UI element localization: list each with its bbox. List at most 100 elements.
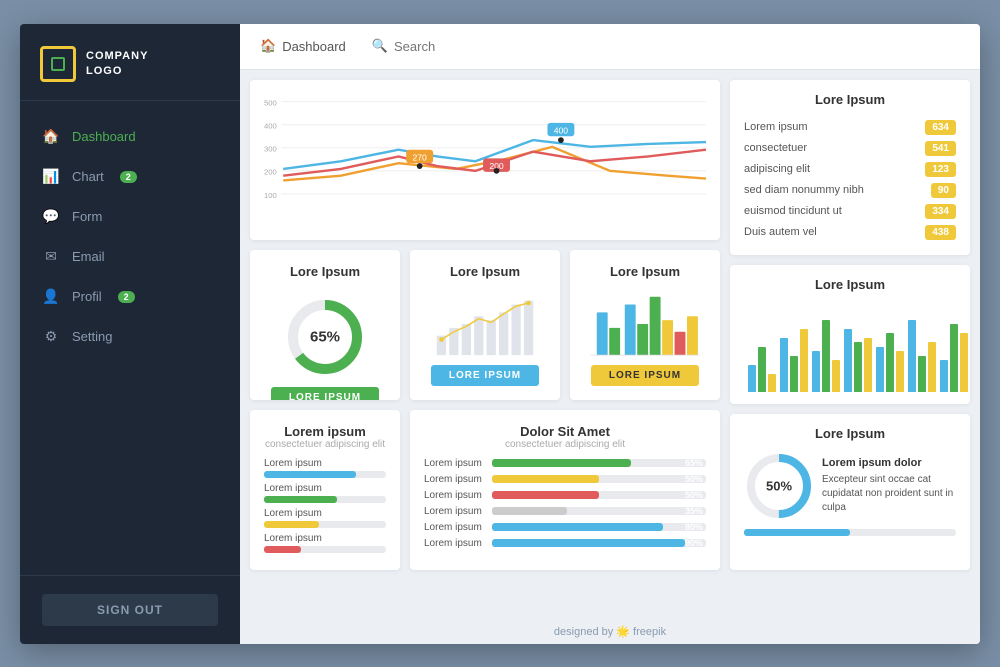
bar-col-6-2: [960, 333, 968, 392]
list-item-badge: 438: [925, 225, 956, 240]
progress2-track-1: 50%: [492, 475, 706, 483]
progress1-row-3: Lorem ipsum: [264, 533, 386, 553]
progress1-track-2: [264, 521, 386, 528]
right-panel: Lore Ipsum Lorem ipsum 634 consectetuer …: [730, 80, 970, 570]
progress1-title: Lorem ipsum: [264, 424, 386, 439]
progress2-header: Dolor Sit Amet consectetuer adipiscing e…: [424, 424, 706, 450]
progress2-label-5: Lorem ipsum: [424, 538, 486, 549]
bar-group-0: [748, 347, 776, 392]
list-item-label: euismod tincidunt ut: [744, 205, 842, 217]
progress2-row-2: Lorem ipsum 50%: [424, 490, 706, 501]
list-item-label: Duis autem vel: [744, 226, 817, 238]
progress1-row-0: Lorem ipsum: [264, 458, 386, 478]
bar-group-3: [844, 329, 872, 392]
list-item-label: sed diam nonummy nibh: [744, 184, 864, 196]
progress2-row-3: Lorem ipsum 35%: [424, 506, 706, 517]
progress2-row-5: Lorem ipsum 90%: [424, 538, 706, 549]
search-input[interactable]: [394, 39, 574, 54]
list-item-label: consectetuer: [744, 142, 807, 154]
bar-col-6-1: [950, 324, 958, 392]
breadcrumb: 🏠 Dashboard: [260, 38, 346, 54]
list-item-badge: 334: [925, 204, 956, 219]
nav-icon-form: 💬: [42, 208, 60, 226]
nav-label-dashboard: Dashboard: [72, 129, 136, 144]
progress1-track-1: [264, 496, 386, 503]
progress2-rows: Lorem ipsum 65% Lorem ipsum 50% Lorem ip…: [424, 458, 706, 549]
linebar-btn[interactable]: LORE IPSUM: [431, 365, 539, 386]
list-item-label: adipiscing elit: [744, 163, 810, 175]
progress2-track-4: 80%: [492, 523, 706, 531]
progress1-fill-2: [264, 521, 319, 528]
bar-group-2: [812, 320, 840, 392]
progress2-fill-3: [492, 507, 567, 515]
progress2-title: Dolor Sit Amet: [424, 424, 706, 439]
bar-col-4-1: [886, 333, 894, 392]
sidebar-item-form[interactable]: 💬 Form: [20, 197, 240, 237]
right-donut-row: 50% Lorem ipsum dolor Excepteur sint occ…: [744, 451, 956, 521]
list-item-row: Lorem ipsum 634: [744, 117, 956, 138]
logo-text: COMPANY LOGO: [86, 49, 148, 78]
progress1-track-0: [264, 471, 386, 478]
svg-text:400: 400: [554, 125, 569, 135]
right-donut-subtitle: Lorem ipsum dolor: [822, 456, 956, 471]
progress2-row-4: Lorem ipsum 80%: [424, 522, 706, 533]
watermark: designed by 🌟 freepik: [240, 619, 980, 644]
bar-col-6-0: [940, 360, 948, 392]
right-donut-pct: 50%: [766, 478, 792, 493]
signout-button[interactable]: SIGN OUT: [42, 594, 218, 626]
progress2-fill-4: [492, 523, 663, 531]
search-bar: 🔍: [372, 38, 574, 54]
bar-col-2-1: [822, 320, 830, 392]
right-donut-sm: 50%: [744, 451, 814, 521]
list-item-badge: 90: [931, 183, 956, 198]
list-item-badge: 634: [925, 120, 956, 135]
sidebar-item-dashboard[interactable]: 🏠 Dashboard: [20, 117, 240, 157]
nav-icon-dashboard: 🏠: [42, 128, 60, 146]
nav-label-email: Email: [72, 249, 105, 264]
bar-col-5-1: [918, 356, 926, 392]
progress1-fill-3: [264, 546, 301, 553]
right-bar-chart: [744, 302, 956, 392]
nav-label-setting: Setting: [72, 329, 112, 344]
progress1-fill-0: [264, 471, 356, 478]
progress2-track-3: 35%: [492, 507, 706, 515]
progress2-label-1: Lorem ipsum: [424, 474, 486, 485]
progress2-track-2: 50%: [492, 491, 706, 499]
progress2-pct-3: 35%: [685, 506, 703, 516]
sidebar-item-chart[interactable]: 📊 Chart 2: [20, 157, 240, 197]
main-content: 🏠 Dashboard 🔍 500 400 300 200 100: [240, 24, 980, 644]
bar-group-5: [908, 320, 936, 392]
right-donut-text: Lorem ipsum dolor Excepteur sint occae c…: [822, 456, 956, 515]
list-item-row: euismod tincidunt ut 334: [744, 201, 956, 222]
progress1-header: Lorem ipsum consectetuer adipiscing elit: [264, 424, 386, 450]
dashboard-wrapper: COMPANY LOGO 🏠 Dashboard 📊 Chart 2 💬 For…: [20, 24, 980, 644]
progress1-label-2: Lorem ipsum: [264, 508, 386, 519]
sidebar-item-email[interactable]: ✉ Email: [20, 237, 240, 277]
list-item-badge: 541: [925, 141, 956, 156]
progress2-subtitle: consectetuer adipiscing elit: [424, 439, 706, 450]
bar-col-0-1: [758, 347, 766, 392]
line-chart-card: 500 400 300 200 100: [250, 80, 720, 240]
colbar-btn[interactable]: LORE IPSUM: [591, 365, 699, 386]
right-progress-fill: [744, 529, 850, 536]
right-donut-desc: Excepteur sint occae cat cupidatat non p…: [822, 474, 953, 513]
linebar-card: Lore Ipsum LORE IPSUM: [410, 250, 560, 400]
donut-pct-label: 65%: [310, 328, 340, 345]
bar-col-0-2: [768, 374, 776, 392]
bar-col-2-2: [832, 360, 840, 392]
nav-icon-email: ✉: [42, 248, 60, 266]
svg-text:300: 300: [264, 144, 277, 153]
progress2-track-5: 90%: [492, 539, 706, 547]
right-bar-title: Lore Ipsum: [744, 277, 956, 292]
progress1-label-3: Lorem ipsum: [264, 533, 386, 544]
sidebar-item-setting[interactable]: ⚙ Setting: [20, 317, 240, 357]
progress2-row-1: Lorem ipsum 50%: [424, 474, 706, 485]
sidebar-item-profil[interactable]: 👤 Profil 2: [20, 277, 240, 317]
donut-card-btn[interactable]: LORE IPSUM: [271, 387, 379, 400]
progress2-label-2: Lorem ipsum: [424, 490, 486, 501]
linebar-title: Lore Ipsum: [450, 264, 520, 279]
progress2-row-0: Lorem ipsum 65%: [424, 458, 706, 469]
progress1-label-1: Lorem ipsum: [264, 483, 386, 494]
sidebar-logo: COMPANY LOGO: [20, 24, 240, 101]
progress2-pct-5: 90%: [685, 538, 703, 548]
